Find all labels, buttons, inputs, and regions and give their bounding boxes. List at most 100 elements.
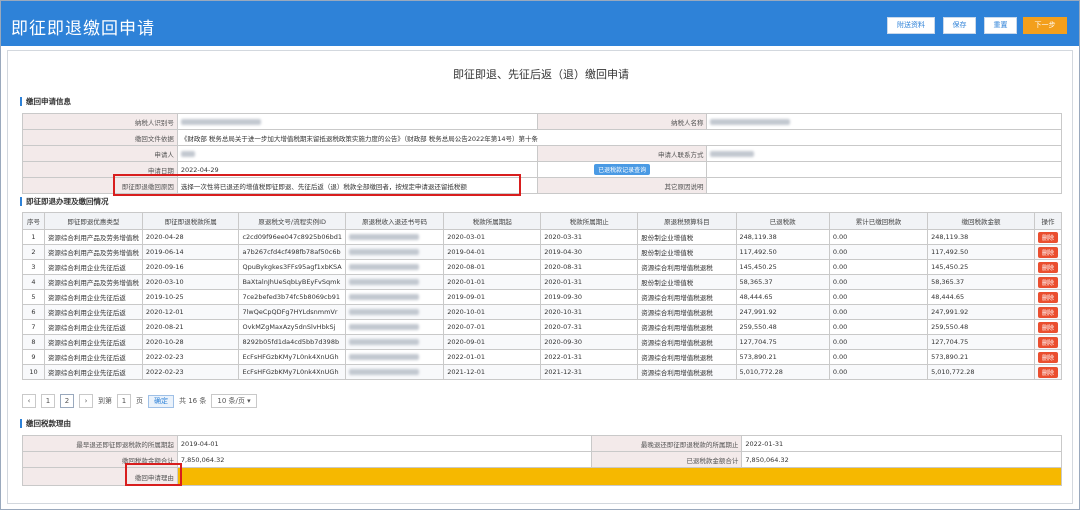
delete-button[interactable]: 删除	[1037, 246, 1058, 258]
top-bar: 即征即退缴回申请 附送资料 保存 重置 下一步	[1, 1, 1079, 46]
other-reason-input[interactable]	[706, 177, 1062, 194]
cell-start: 2020-03-01	[443, 229, 542, 245]
column-header: 缴回税款金额	[927, 212, 1035, 230]
other-reason-label: 其它原因说明	[536, 177, 708, 194]
attach-button[interactable]: 附送资料	[887, 17, 935, 34]
cell-end: 2021-12-31	[540, 364, 639, 380]
cell-date: 2020-08-21	[141, 319, 240, 335]
cell-type: 资源综合利用企业先征后返	[43, 364, 143, 380]
cell-n: 3	[22, 259, 45, 275]
cell-doc: QpuBykgkes3FFs95agf1xbKSA	[238, 259, 347, 275]
refunded-total-value: 7,850,064.32	[741, 451, 1062, 468]
next-page-button[interactable]: ›	[79, 394, 93, 408]
latest-end-value: 2022-01-31	[741, 435, 1062, 452]
cell-type: 资源综合利用产品及劳务增值税	[43, 229, 143, 245]
cell-n: 4	[22, 274, 45, 290]
cell-amount: 5,010,772.28	[927, 364, 1035, 380]
cell-date: 2020-10-28	[141, 334, 240, 350]
table-row: 9 资源综合利用企业先征后返 2022-02-23 EcFsHFGzbKMy7L0nk…	[22, 349, 1063, 365]
redacted-text	[349, 264, 420, 270]
column-header: 累计已缴回税款	[828, 212, 929, 230]
cell-start: 2019-04-01	[443, 244, 542, 260]
save-button[interactable]: 保存	[943, 17, 976, 34]
receipt-number-cell	[345, 304, 445, 320]
cell-start: 2019-09-01	[443, 289, 542, 305]
page-1[interactable]: 1	[41, 394, 55, 408]
delete-button[interactable]: 删除	[1037, 231, 1058, 243]
main-panel: 即征即退、先征后返（退）缴回申请 缴回申请信息 纳税人识别号 纳税人名称 缴回文…	[7, 50, 1073, 504]
return-total-value: 7,850,064.32	[176, 451, 593, 468]
redacted-text	[349, 249, 420, 255]
cell-action: 删除	[1033, 364, 1063, 380]
column-header: 原退税预算科目	[637, 212, 737, 230]
table-row: 4 资源综合利用产品及劳务增值税 2020-03-10 BaXtalnJhUeSqbL…	[22, 274, 1063, 290]
cell-date: 2019-06-14	[141, 244, 240, 260]
cell-date: 2019-10-25	[141, 289, 240, 305]
cell-type: 资源综合利用产品及劳务增值税	[43, 274, 143, 290]
cell-action: 删除	[1033, 349, 1063, 365]
cell-type: 资源综合利用企业先征后返	[43, 349, 143, 365]
goto-input[interactable]: 1	[117, 394, 131, 408]
cell-action: 删除	[1033, 289, 1063, 305]
cell-end: 2019-09-30	[540, 289, 639, 305]
cell-returned: 0.00	[828, 304, 929, 320]
redacted-text	[349, 339, 420, 345]
cell-amount: 247,991.92	[927, 304, 1035, 320]
section-info-title: 缴回申请信息	[20, 97, 71, 106]
delete-button[interactable]: 删除	[1037, 276, 1058, 288]
total-count: 共 16 条	[179, 397, 207, 405]
refunded-total-label: 已退税款金额合计	[591, 451, 743, 468]
refund-table: 序号 即征即退优惠类型 即征即退税款所属 原退税文号/流程实例ID 原退税收入退还书号码…	[22, 212, 1063, 380]
cell-date: 2020-04-28	[141, 229, 240, 245]
column-header: 原退税文号/流程实例ID	[238, 212, 347, 230]
table-row: 5 资源综合利用企业先征后返 2019-10-25 7ce2befed3b74fc5b…	[22, 289, 1063, 305]
delete-button[interactable]: 删除	[1037, 336, 1058, 348]
cell-returned: 0.00	[828, 229, 929, 245]
section-reason-title: 缴回税款理由	[20, 419, 71, 428]
app-title: 即征即退缴回申请	[11, 19, 155, 39]
column-header: 即征即退优惠类型	[43, 212, 143, 230]
cell-end: 2020-03-31	[540, 229, 639, 245]
next-button[interactable]: 下一步	[1023, 17, 1067, 34]
cell-subject: 资源综合利用增值税退税	[637, 289, 737, 305]
cell-subject: 资源综合利用增值税退税	[637, 364, 737, 380]
reset-button[interactable]: 重置	[984, 17, 1017, 34]
receipt-number-cell	[345, 334, 445, 350]
cell-action: 删除	[1033, 334, 1063, 350]
cell-end: 2022-01-31	[540, 349, 639, 365]
cell-returned: 0.00	[828, 319, 929, 335]
cell-action: 删除	[1033, 274, 1063, 290]
delete-button[interactable]: 删除	[1037, 306, 1058, 318]
receipt-number-cell	[345, 244, 445, 260]
query-records-button[interactable]: 已退税款记录查询	[594, 164, 651, 175]
delete-button[interactable]: 删除	[1037, 366, 1058, 378]
apply-reason-input[interactable]	[176, 467, 1063, 486]
goto-confirm-button[interactable]: 确定	[148, 394, 174, 408]
redacted-text	[349, 324, 420, 330]
delete-button[interactable]: 删除	[1037, 291, 1058, 303]
highlight-apply-reason-box	[125, 463, 182, 486]
prev-page-button[interactable]: ‹	[22, 394, 36, 408]
page-size-select[interactable]: 10 条/页 ▾	[211, 394, 257, 408]
cell-returned: 0.00	[828, 289, 929, 305]
cell-date: 2020-03-10	[141, 274, 240, 290]
cell-doc: EcFsHFGzbKMy7L0nk4XnUGh	[238, 364, 347, 380]
cell-action: 删除	[1033, 319, 1063, 335]
cell-refunded: 573,890.21	[735, 349, 830, 365]
delete-button[interactable]: 删除	[1037, 351, 1058, 363]
delete-button[interactable]: 删除	[1037, 321, 1058, 333]
cell-refunded: 145,450.25	[735, 259, 830, 275]
cell-returned: 0.00	[828, 244, 929, 260]
redacted-text	[349, 369, 420, 375]
table-row: 1 资源综合利用产品及劳务增值税 2020-04-28 c2cd09f96ee047c…	[22, 229, 1063, 245]
delete-button[interactable]: 删除	[1037, 261, 1058, 273]
cell-subject: 资源综合利用增值税退税	[637, 304, 737, 320]
table-row: 2 资源综合利用产品及劳务增值税 2019-06-14 a7b267cfd4cf498…	[22, 244, 1063, 260]
cell-refunded: 248,119.38	[735, 229, 830, 245]
page-2[interactable]: 2	[60, 394, 74, 408]
latest-end-label: 最晚退还即征即退税款的所属期止	[591, 435, 743, 452]
cell-amount: 145,450.25	[927, 259, 1035, 275]
receipt-number-cell	[345, 259, 445, 275]
pagination: ‹ 1 2 › 到第 1 页 确定 共 16 条 10 条/页 ▾	[22, 394, 257, 408]
cell-n: 8	[22, 334, 45, 350]
